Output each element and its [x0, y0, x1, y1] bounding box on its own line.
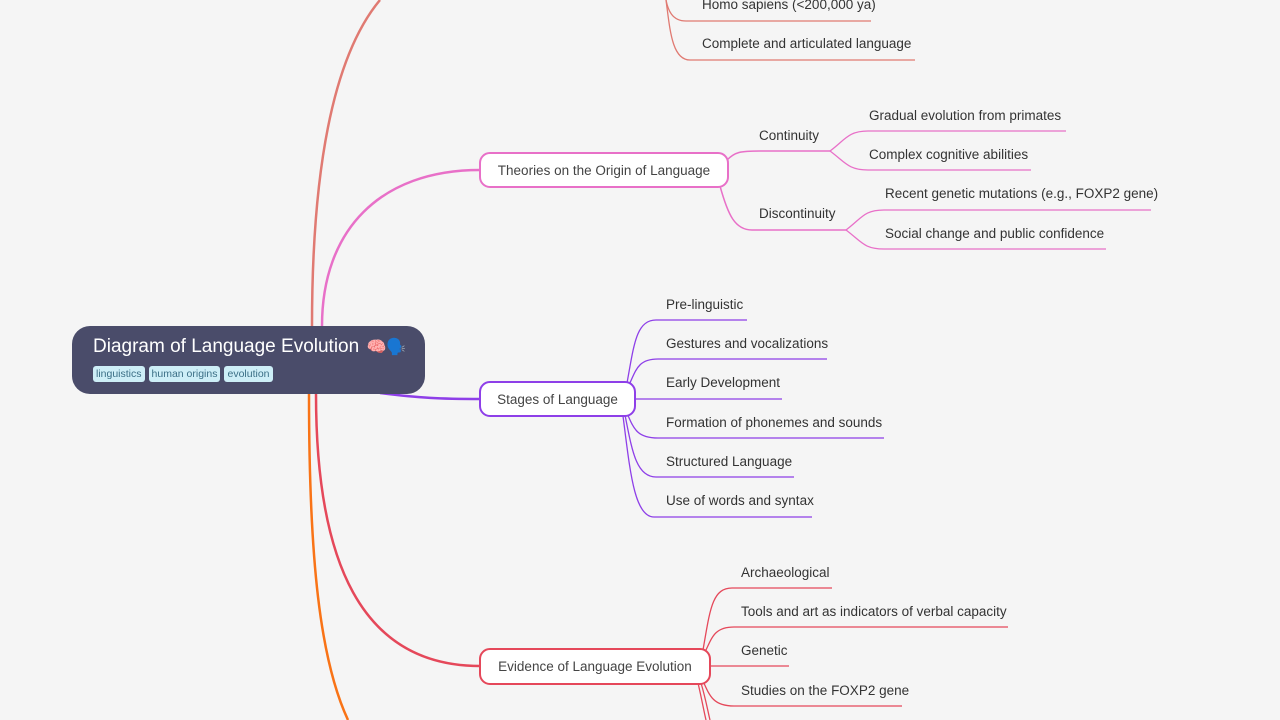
connector-continuity [726, 150, 830, 161]
mind-map-canvas[interactable]: Diagram of Language Evolution 🧠🗣️ lingui… [0, 0, 1280, 720]
tag-evolution[interactable]: evolution [224, 366, 273, 382]
leaf-genetic-mutations[interactable]: Recent genetic mutations (e.g., FOXP2 ge… [885, 186, 1158, 202]
leaf-social-change[interactable]: Social change and public confidence [885, 226, 1104, 242]
leaf-genetic[interactable]: Genetic [741, 643, 788, 659]
leaf-phonemes[interactable]: Formation of phonemes and sounds [666, 415, 882, 431]
leaf-homo-sapiens[interactable]: Homo sapiens (<200,000 ya) [702, 0, 876, 13]
root-node[interactable]: Diagram of Language Evolution 🧠🗣️ lingui… [72, 326, 425, 394]
root-title-text: Diagram of Language Evolution [93, 336, 360, 357]
connector-evidence [314, 393, 481, 668]
leaf-foxp2-studies[interactable]: Studies on the FOXP2 gene [741, 683, 909, 699]
connector-theories [320, 168, 481, 327]
leaf-early-development[interactable]: Early Development [666, 375, 780, 391]
leaf-gradual-evolution[interactable]: Gradual evolution from primates [869, 108, 1061, 124]
subbranch-discontinuity[interactable]: Discontinuity [759, 206, 836, 222]
tag-human-origins[interactable]: human origins [148, 366, 221, 382]
branch-theories[interactable]: Theories on the Origin of Language [479, 152, 729, 188]
leaf-words-syntax[interactable]: Use of words and syntax [666, 493, 814, 509]
leaf-archaeological[interactable]: Archaeological [741, 565, 830, 581]
brain-speaking-head-icon: 🧠🗣️ [366, 339, 407, 356]
tag-list: linguistics human origins evolution [93, 366, 405, 382]
leaf-structured-language[interactable]: Structured Language [666, 454, 792, 470]
subbranch-continuity[interactable]: Continuity [759, 128, 819, 144]
leaf-complete-language[interactable]: Complete and articulated language [702, 36, 911, 52]
leaf-complex-cognitive[interactable]: Complex cognitive abilities [869, 147, 1028, 163]
branch-stages[interactable]: Stages of Language [479, 381, 636, 417]
connector-top-branch [310, 0, 381, 327]
leaf-gestures[interactable]: Gestures and vocalizations [666, 336, 828, 352]
tag-linguistics[interactable]: linguistics [93, 366, 145, 382]
branch-evidence[interactable]: Evidence of Language Evolution [479, 648, 711, 685]
leaf-pre-linguistic[interactable]: Pre-linguistic [666, 297, 743, 313]
leaf-tools-art[interactable]: Tools and art as indicators of verbal ca… [741, 604, 1007, 620]
connector-bottom-branch [307, 393, 350, 720]
root-title: Diagram of Language Evolution 🧠🗣️ [93, 336, 407, 359]
